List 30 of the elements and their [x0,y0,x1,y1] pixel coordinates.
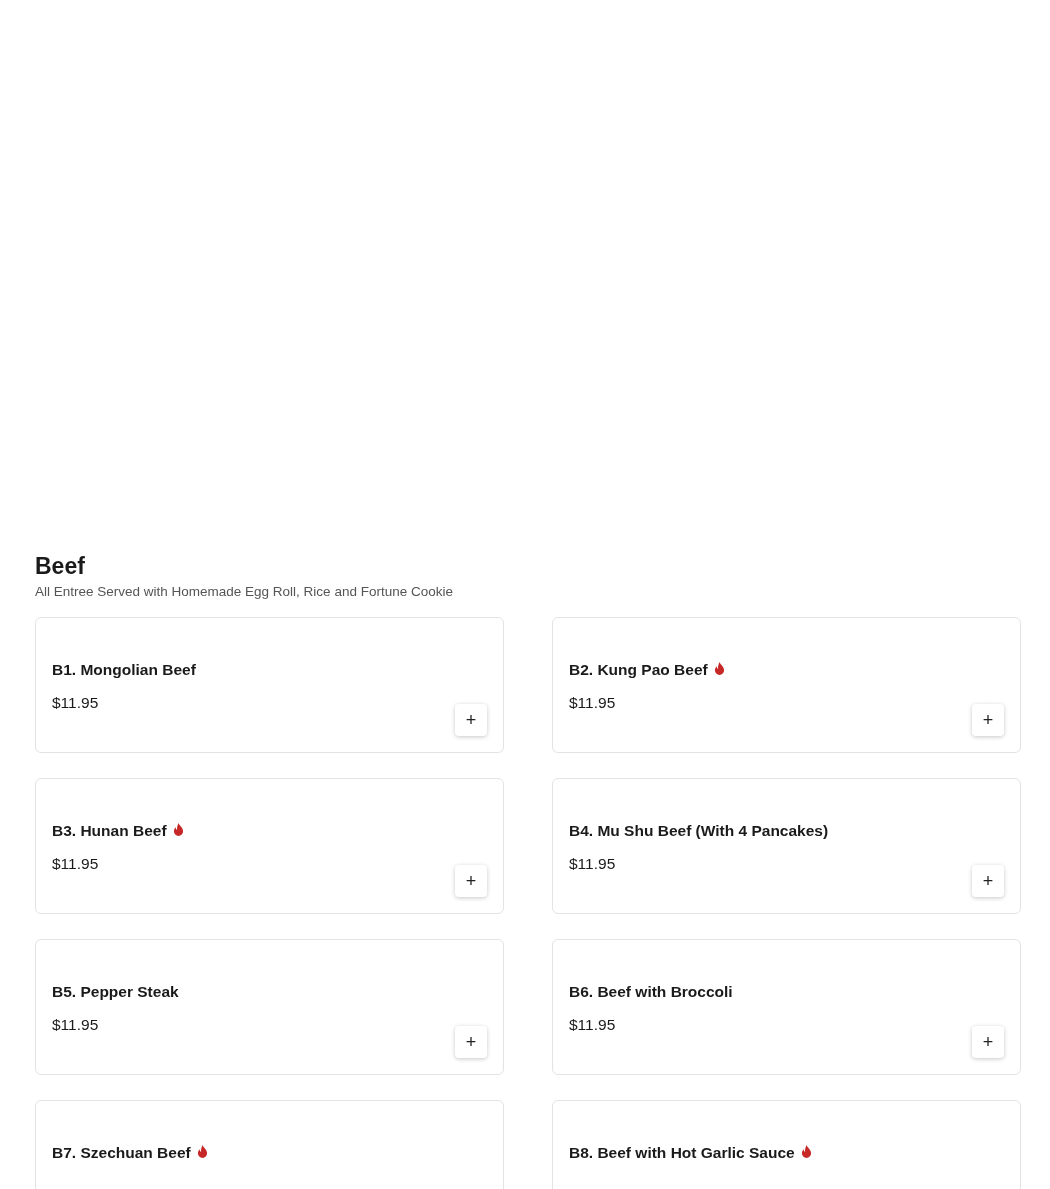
item-name: B6. Beef with Broccoli [569,983,733,1001]
menu-item-card[interactable]: B6. Beef with Broccoli $11.95 + [552,939,1021,1075]
item-price: $11.95 [52,694,100,712]
item-name: B1. Mongolian Beef [52,661,196,679]
item-price: $11.95 [569,855,617,873]
menu-item-card[interactable]: B4. Mu Shu Beef (With 4 Pancakes) $11.95 + [552,778,1021,914]
add-button[interactable]: + [455,704,487,736]
menu-item-card[interactable]: B7. Szechuan Beef [35,1100,504,1189]
add-button[interactable]: + [455,865,487,897]
item-name: B2. Kung Pao Beef [569,661,708,679]
section-subtitle: All Entree Served with Homemade Egg Roll, Rice and Fortune Cookie [35,583,454,601]
menu-item-card[interactable]: B2. Kung Pao Beef $11.95 + [552,617,1021,753]
menu-item-card[interactable]: B8. Beef with Hot Garlic Sauce [552,1100,1021,1189]
item-price: $11.95 [52,855,100,873]
item-name: B3. Hunan Beef [52,822,167,840]
add-button[interactable]: + [972,865,1004,897]
add-button[interactable]: + [972,704,1004,736]
item-price: $11.95 [569,1016,617,1034]
menu-item-card[interactable]: B3. Hunan Beef $11.95 + [35,778,504,914]
item-price: $11.95 [52,1016,100,1034]
section-title: Beef [35,552,86,581]
item-name: B5. Pepper Steak [52,983,179,1001]
add-button[interactable]: + [972,1026,1004,1058]
item-name: B8. Beef with Hot Garlic Sauce [569,1144,795,1162]
add-button[interactable]: + [455,1026,487,1058]
item-name: B7. Szechuan Beef [52,1144,191,1162]
item-name: B4. Mu Shu Beef (With 4 Pancakes) [569,822,829,840]
menu-item-card[interactable]: B1. Mongolian Beef $11.95 + [35,617,504,753]
menu-item-card[interactable]: B5. Pepper Steak $11.95 + [35,939,504,1075]
item-price: $11.95 [569,694,617,712]
